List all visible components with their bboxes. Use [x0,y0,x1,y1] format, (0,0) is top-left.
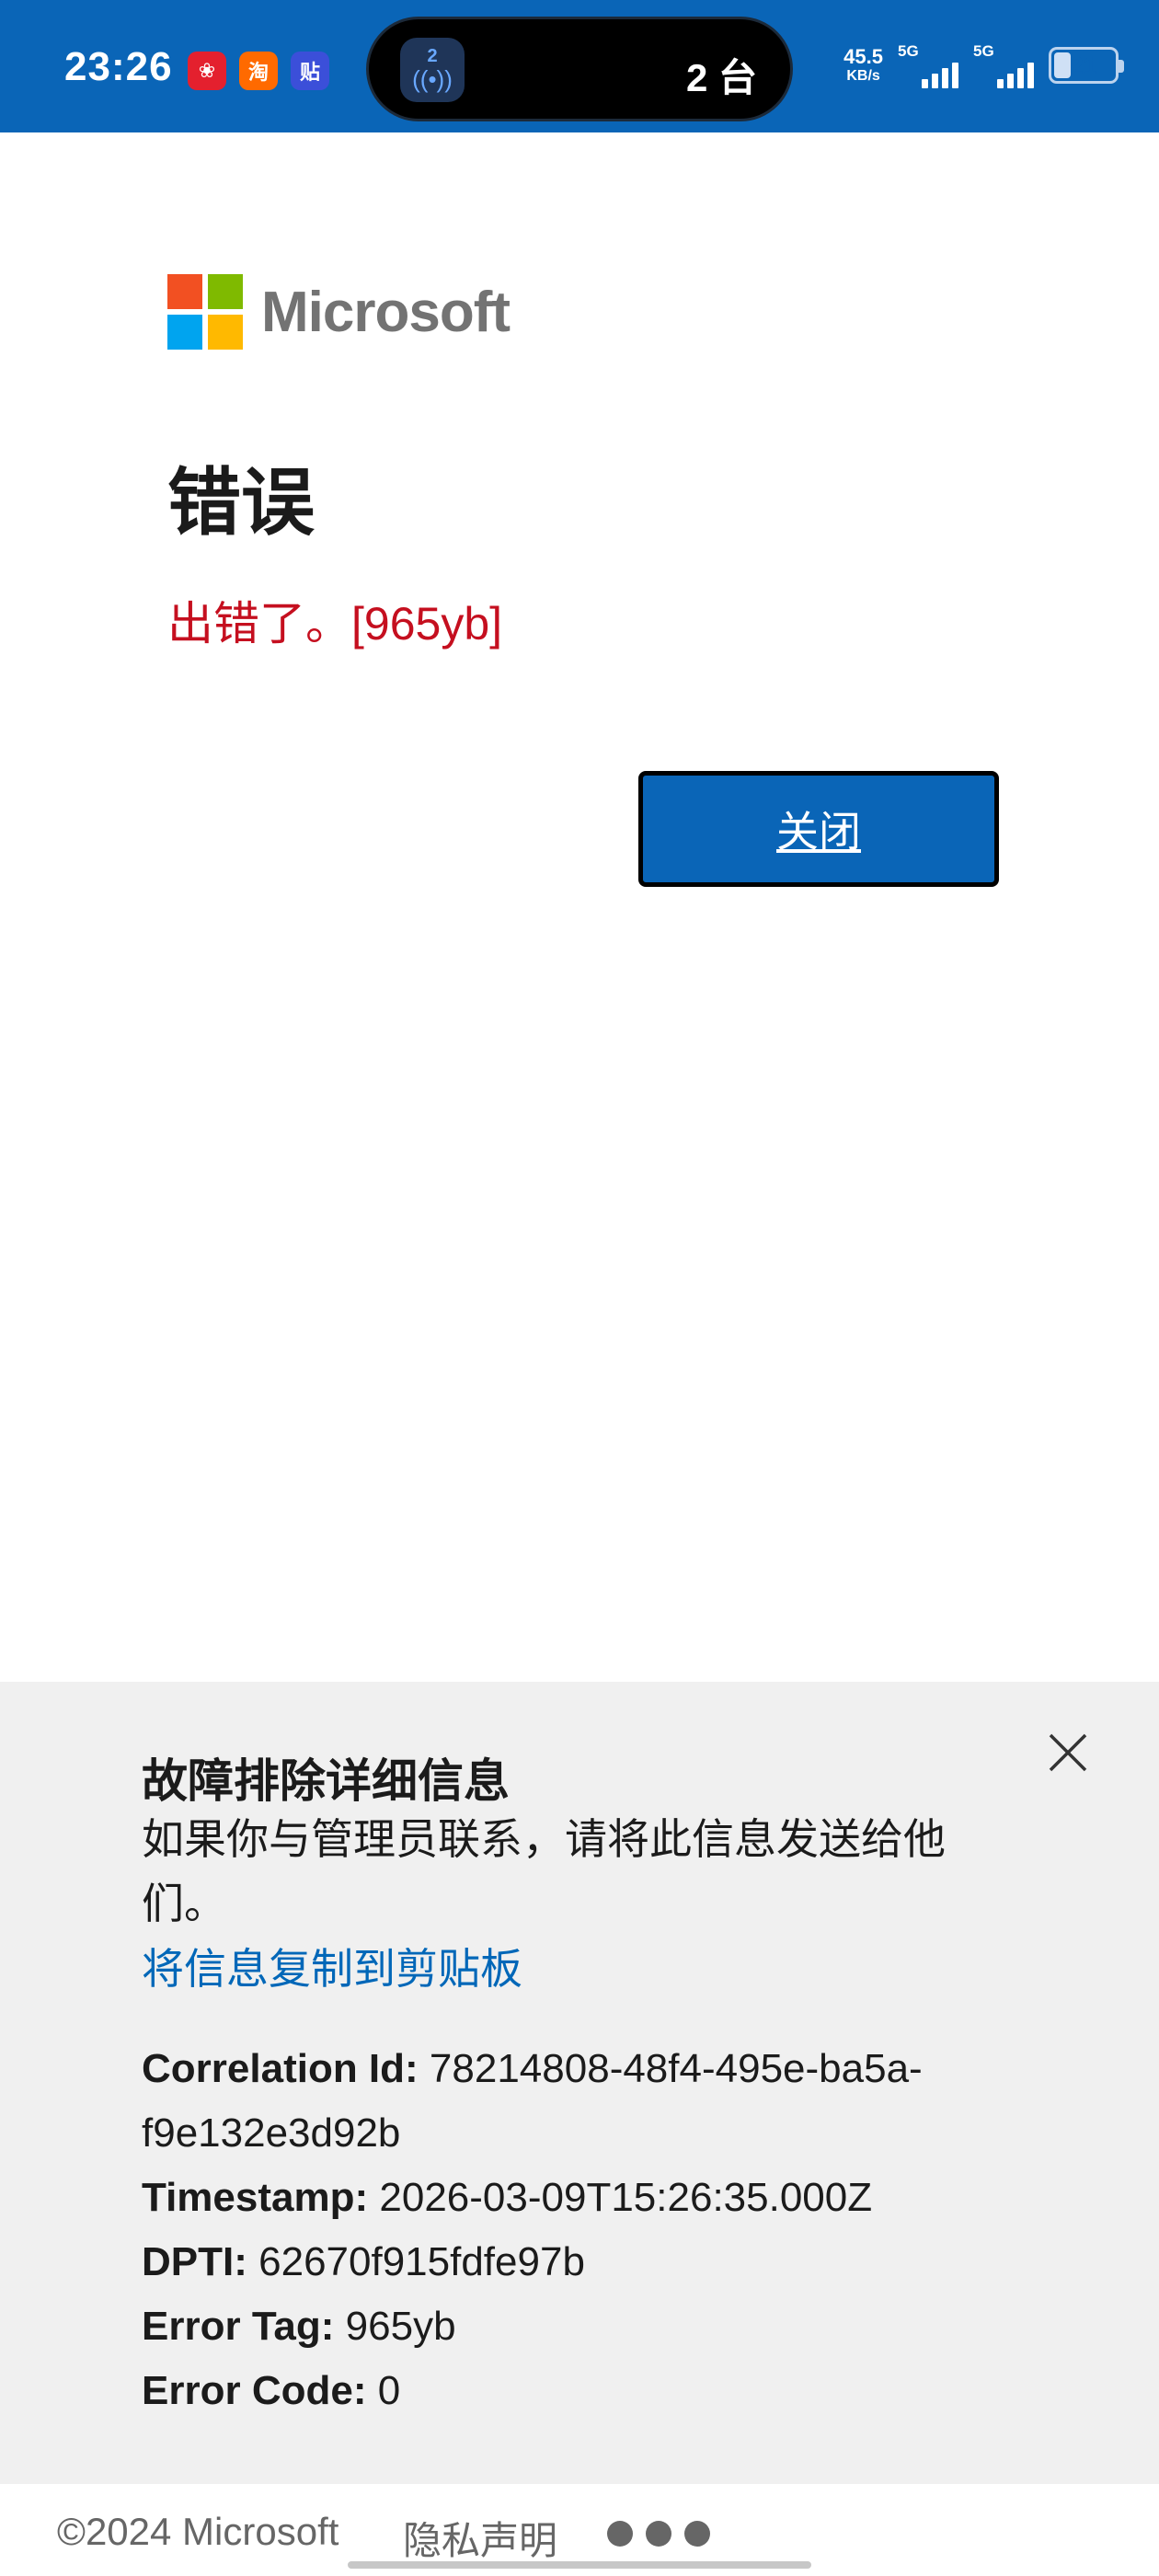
detail-error-tag: Error Tag: 965yb [142,2294,970,2359]
battery-icon: 21 [1049,47,1124,84]
tieba-app-icon: 贴 [291,52,329,90]
notification-icons: ❀ 淘 贴 [188,52,329,90]
close-button[interactable]: 关闭 [638,771,999,887]
home-indicator[interactable] [348,2561,811,2569]
status-indicators: 45.5 KB/s 5G 5G 21 [843,42,1124,88]
close-icon[interactable] [1045,1730,1091,1776]
microsoft-wordmark: Microsoft [261,280,511,344]
network-speed-value: 45.5 [843,45,883,68]
detail-label: Error Tag: [142,2304,335,2349]
hotspot-glyph: ((•)) [412,65,453,93]
status-time: 23:26 [64,44,173,89]
troubleshooting-details: Correlation Id: 78214808-48f4-495e-ba5a-… [142,2037,970,2423]
sim2-network-label: 5G [973,42,994,60]
copy-to-clipboard-link[interactable]: 将信息复制到剪贴板 [142,1936,522,1996]
microsoft-logo: Microsoft [167,274,511,350]
sim1-network-label: 5G [898,42,919,60]
detail-label: Error Code: [142,2368,367,2413]
troubleshooting-panel: 故障排除详细信息 如果你与管理员联系，请将此信息发送给他们。 将信息复制到剪贴板… [0,1682,1159,2484]
detail-label: Timestamp: [142,2175,369,2220]
detail-value: 0 [377,2368,401,2413]
hotspot-icon: 2 ((•)) [400,38,465,102]
troubleshooting-description: 如果你与管理员联系，请将此信息发送给他们。 [142,1815,946,1927]
detail-label: Correlation Id: [142,2046,419,2091]
taobao-app-icon: 淘 [239,52,278,90]
microsoft-logo-icon [167,274,243,350]
detail-timestamp: Timestamp: 2026-03-09T15:26:35.000Z [142,2166,970,2230]
more-options-icon[interactable] [607,2521,710,2547]
connected-devices-label: 2 台 [685,56,757,99]
dynamic-island[interactable]: 2 ((•)) 2 台 [366,17,793,121]
copyright-text: ©2024 Microsoft [57,2510,339,2553]
detail-label: DPTI: [142,2239,247,2284]
detail-dpti: DPTI: 62670f915fdfe97b [142,2230,970,2294]
detail-error-code: Error Code: 0 [142,2359,970,2423]
network-speed-unit: KB/s [846,68,880,84]
page-title: 错误 [167,462,315,544]
hotspot-count: 2 [427,46,438,66]
footer: ©2024 Microsoft 隐私声明 [0,2484,1159,2576]
status-bar: 23:26 ❀ 淘 贴 2 ((•)) 2 台 45.5 KB/s 5G 5G … [0,0,1159,132]
network-speed: 45.5 KB/s [843,46,883,85]
detail-correlation-id: Correlation Id: 78214808-48f4-495e-ba5a-… [142,2037,970,2166]
xiaohongshu-app-icon: ❀ [188,52,226,90]
privacy-link[interactable]: 隐私声明 [403,2510,557,2566]
detail-value: 62670f915fdfe97b [258,2239,585,2284]
troubleshooting-title: 故障排除详细信息 [142,1755,510,1807]
battery-level: 21 [1070,51,1097,79]
signal-icon-sim2: 5G [973,42,1034,88]
error-message: 出错了。[965yb] [167,598,503,650]
signal-icon-sim1: 5G [898,42,958,88]
detail-value: 2026-03-09T15:26:35.000Z [379,2175,873,2220]
detail-value: 965yb [345,2304,456,2349]
